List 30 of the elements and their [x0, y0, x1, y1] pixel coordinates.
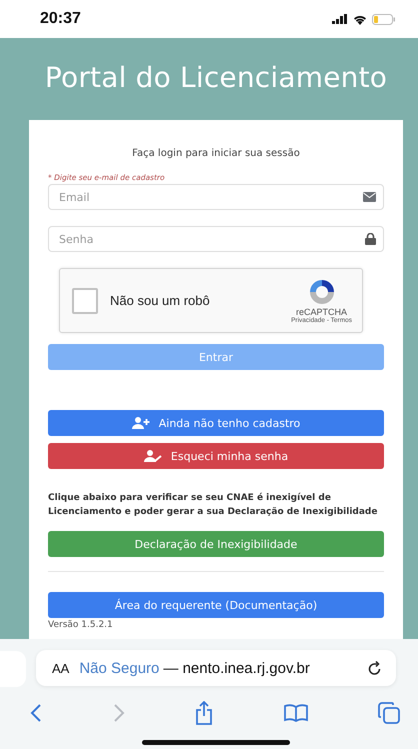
documentation-button[interactable]: Área do requerente (Documentação): [48, 592, 384, 618]
battery-icon: [372, 14, 396, 24]
security-label: Não Seguro: [79, 660, 160, 676]
text-size-button[interactable]: AA: [52, 660, 70, 676]
input-field[interactable]: Senha: [48, 226, 384, 252]
tabs-icon[interactable]: [378, 702, 400, 724]
login-heading: Faça login para iniciar sua sessão: [131, 148, 301, 159]
signal-icon: [332, 14, 348, 24]
status-time: 20:37: [40, 10, 81, 28]
user-plus-icon: [132, 417, 150, 429]
wifi-icon: [353, 14, 367, 24]
declaration-button[interactable]: Declaração de Inexigibilidade: [48, 531, 384, 557]
action-button[interactable]: Esqueci minha senha: [48, 443, 384, 469]
book-icon[interactable]: [284, 704, 308, 722]
envelope-icon: [363, 192, 376, 202]
reload-icon[interactable]: [368, 660, 382, 676]
portal-title: Portal do Licenciamento: [44, 60, 388, 96]
cnae-notice: Clique abaixo para verificar se seu CNAE é inexigível de Licenciamento e poder gerar a sua Declaração de Inexigibilidade: [48, 492, 378, 519]
address-bar[interactable]: AA Não Seguro — nento.inea.rj.gov.br: [36, 650, 396, 686]
recaptcha-brand: reCAPTCHA: [296, 307, 348, 317]
action-button[interactable]: Ainda não tenho cadastro: [48, 410, 384, 436]
captcha-checkbox[interactable]: [72, 288, 98, 314]
user-edit-icon: [144, 450, 162, 462]
version-label: Versão 1.5.2.1: [48, 620, 114, 630]
url-text: — nento.inea.rj.gov.br: [163, 660, 311, 676]
lock-icon: [365, 233, 376, 245]
captcha-label: Não sou um robô: [110, 293, 211, 308]
back-icon[interactable]: [30, 703, 42, 723]
share-icon[interactable]: [195, 701, 213, 725]
input-field[interactable]: Email: [48, 184, 384, 210]
